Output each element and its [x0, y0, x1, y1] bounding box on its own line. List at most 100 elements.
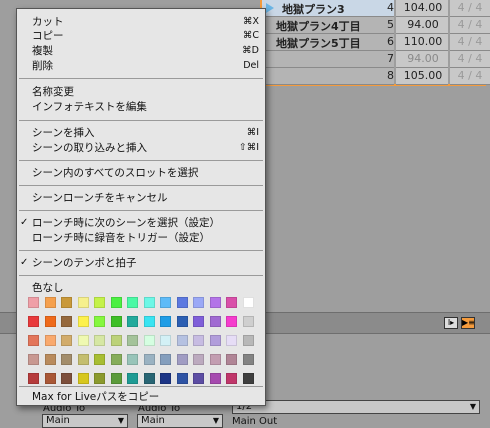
color-swatch[interactable] — [193, 373, 204, 384]
color-swatch[interactable] — [127, 335, 138, 346]
color-swatch[interactable] — [193, 316, 204, 327]
color-swatch[interactable] — [28, 373, 39, 384]
menu-item-trigger-record-on-launch[interactable]: ローンチ時に録音をトリガー（設定） — [17, 231, 265, 245]
scene-signature[interactable]: 4 / 4 — [450, 52, 490, 65]
color-swatch[interactable] — [160, 297, 171, 308]
color-swatch[interactable] — [77, 354, 89, 365]
color-swatch[interactable] — [160, 354, 171, 365]
scene-signature[interactable]: 4 / 4 — [450, 18, 490, 31]
color-swatch[interactable] — [110, 316, 122, 327]
menu-item-no-color[interactable]: 色なし — [17, 281, 265, 295]
color-swatch[interactable] — [176, 354, 188, 365]
scene-tempo[interactable]: 105.00 — [398, 69, 448, 82]
io-toggle-button[interactable]: I▸ — [444, 317, 458, 329]
color-swatch[interactable] — [209, 316, 221, 327]
color-swatch[interactable] — [209, 297, 221, 308]
color-swatch[interactable] — [127, 354, 138, 365]
color-swatch[interactable] — [242, 354, 254, 365]
color-swatch[interactable] — [226, 354, 237, 365]
color-swatch[interactable] — [209, 335, 221, 346]
color-swatch[interactable] — [242, 373, 254, 384]
color-swatch[interactable] — [77, 335, 89, 346]
color-swatch[interactable] — [176, 373, 188, 384]
color-swatch[interactable] — [160, 335, 171, 346]
color-swatch[interactable] — [242, 316, 254, 327]
menu-item-duplicate[interactable]: 複製 ⌘D — [17, 44, 265, 58]
color-swatch[interactable] — [209, 373, 221, 384]
color-swatch[interactable] — [77, 297, 89, 308]
menu-item-rename[interactable]: 名称変更 — [17, 85, 265, 99]
scene-signature[interactable]: 4 / 4 — [450, 35, 490, 48]
color-swatch[interactable] — [127, 316, 138, 327]
color-swatch[interactable] — [160, 373, 171, 384]
menu-item-delete[interactable]: 削除 Del — [17, 59, 265, 73]
menu-item-cut[interactable]: カット ⌘X — [17, 15, 265, 29]
color-swatch[interactable] — [61, 354, 72, 365]
color-swatch[interactable] — [77, 316, 89, 327]
scene-signature[interactable]: 4 / 4 — [450, 69, 490, 82]
color-swatch[interactable] — [176, 297, 188, 308]
menu-item-capture-insert-scene[interactable]: シーンの取り込みと挿入 ⇧⌘I — [17, 141, 265, 155]
scene-tempo[interactable]: 94.00 — [398, 52, 448, 65]
color-swatch[interactable] — [44, 316, 56, 327]
color-swatch[interactable] — [61, 335, 72, 346]
color-swatch[interactable] — [77, 373, 89, 384]
menu-item-insert-scene[interactable]: シーンを挿入 ⌘I — [17, 126, 265, 140]
scene-row[interactable]: 7 94.00 4 / 4 — [262, 51, 490, 68]
scene-signature[interactable]: 4 / 4 — [450, 1, 490, 14]
color-swatch[interactable] — [143, 354, 155, 365]
color-swatch[interactable] — [44, 335, 56, 346]
scene-launch-icon[interactable] — [266, 3, 274, 13]
color-swatch[interactable] — [94, 335, 105, 346]
color-swatch[interactable] — [160, 316, 171, 327]
color-swatch[interactable] — [193, 335, 204, 346]
scene-tempo[interactable]: 110.00 — [398, 35, 448, 48]
color-swatch[interactable] — [110, 373, 122, 384]
color-swatch[interactable] — [28, 354, 39, 365]
color-swatch[interactable] — [143, 373, 155, 384]
scene-row[interactable]: 地獄プラン5丁目 6 110.00 4 / 4 — [262, 34, 490, 51]
sends-toggle-button[interactable]: ▶≡ — [461, 317, 475, 329]
menu-item-copy[interactable]: コピー ⌘C — [17, 29, 265, 43]
color-swatch[interactable] — [61, 316, 72, 327]
color-swatch[interactable] — [242, 297, 254, 308]
color-swatch[interactable] — [176, 335, 188, 346]
color-swatch[interactable] — [226, 335, 237, 346]
color-swatch[interactable] — [193, 354, 204, 365]
color-swatch[interactable] — [44, 373, 56, 384]
color-swatch[interactable] — [209, 354, 221, 365]
color-swatch[interactable] — [193, 297, 204, 308]
color-swatch[interactable] — [143, 335, 155, 346]
color-swatch[interactable] — [110, 335, 122, 346]
color-swatch[interactable] — [61, 373, 72, 384]
color-swatch[interactable] — [28, 335, 39, 346]
scene-row[interactable]: 8 105.00 4 / 4 — [262, 68, 490, 85]
color-swatch[interactable] — [28, 316, 39, 327]
quantization-select[interactable]: 1/2 ▼ — [232, 400, 480, 414]
color-swatch[interactable] — [94, 297, 105, 308]
menu-item-edit-info-text[interactable]: インフォテキストを編集 — [17, 100, 265, 114]
color-swatch[interactable] — [61, 297, 72, 308]
menu-item-cancel-scene-launch[interactable]: シーンローンチをキャンセル — [17, 191, 265, 205]
menu-item-select-all-slots[interactable]: シーン内のすべてのスロットを選択 — [17, 166, 265, 180]
menu-item-select-next-scene-on-launch[interactable]: ✓ ローンチ時に次のシーンを選択（設定） — [17, 216, 265, 230]
color-swatch[interactable] — [28, 297, 39, 308]
color-swatch[interactable] — [242, 335, 254, 346]
scene-row[interactable]: 地獄プラン3 4 104.00 4 / 4 — [262, 0, 490, 17]
color-swatch[interactable] — [127, 297, 138, 308]
menu-item-scene-tempo-signature[interactable]: ✓ シーンのテンポと拍子 — [17, 256, 265, 270]
color-swatch[interactable] — [94, 373, 105, 384]
color-swatch[interactable] — [110, 297, 122, 308]
color-swatch[interactable] — [226, 297, 237, 308]
scene-row[interactable]: 地獄プラン4丁目 5 94.00 4 / 4 — [262, 17, 490, 34]
scene-tempo[interactable]: 94.00 — [398, 18, 448, 31]
color-swatch[interactable] — [110, 354, 122, 365]
color-swatch[interactable] — [44, 297, 56, 308]
color-swatch[interactable] — [94, 354, 105, 365]
menu-item-copy-max-for-live-path[interactable]: Max for Liveパスをコピー — [17, 390, 265, 404]
color-swatch[interactable] — [226, 373, 237, 384]
color-swatch[interactable] — [127, 373, 138, 384]
color-swatch[interactable] — [143, 316, 155, 327]
color-swatch[interactable] — [44, 354, 56, 365]
color-swatch[interactable] — [143, 297, 155, 308]
